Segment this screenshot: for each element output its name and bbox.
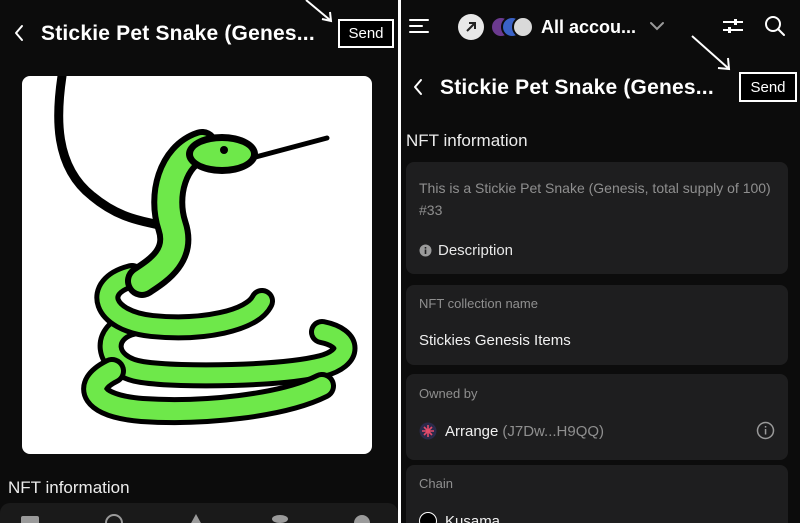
chain-card: Chain Kusama xyxy=(406,465,788,523)
account-selector[interactable]: All accou... xyxy=(541,17,636,38)
send-button[interactable]: Send xyxy=(338,19,394,48)
menu-icon xyxy=(409,19,429,33)
description-text: This is a Stickie Pet Snake (Genesis, to… xyxy=(419,180,771,218)
menu-button[interactable] xyxy=(407,14,431,38)
back-arrow-icon xyxy=(15,25,23,41)
settings-sliders-icon xyxy=(723,19,743,33)
annotation-arrow xyxy=(305,0,333,23)
account-dropdown[interactable] xyxy=(647,16,667,36)
nft-image xyxy=(22,76,372,454)
page-title: Stickie Pet Snake (Genes... xyxy=(41,22,315,45)
annotation-arrow xyxy=(691,35,731,71)
description-label: Description xyxy=(438,242,514,259)
owner-avatar-icon xyxy=(419,422,437,440)
collection-label: NFT collection name xyxy=(419,296,538,311)
owner-address: (J7Dw...H9QQ) xyxy=(502,422,605,440)
collection-card: NFT collection name Stickies Genesis Ite… xyxy=(406,285,788,365)
owner-card: Owned by Arrange (J7Dw...H9QQ) xyxy=(406,374,788,460)
section-title: NFT information xyxy=(8,478,130,497)
owner-name: Arrange xyxy=(445,422,499,440)
account-avatar-3 xyxy=(512,16,534,38)
chevron-down-icon xyxy=(650,22,664,31)
info-circle-icon[interactable] xyxy=(756,421,775,440)
bottom-nav xyxy=(0,503,398,523)
info-icon xyxy=(419,244,432,257)
kusama-icon xyxy=(419,512,437,523)
wallet-icon[interactable] xyxy=(20,513,40,523)
network-icon[interactable] xyxy=(458,14,484,40)
left-screen: Stickie Pet Snake (Genes... Send NFT inf… xyxy=(0,0,398,523)
history-icon[interactable] xyxy=(352,513,372,523)
chain-value: Kusama xyxy=(445,512,501,523)
chain-row: Kusama xyxy=(419,512,500,523)
back-button[interactable] xyxy=(407,76,429,98)
section-title: NFT information xyxy=(406,131,528,150)
page-title: Stickie Pet Snake (Genes... xyxy=(440,76,714,99)
owned-label: Owned by xyxy=(419,386,478,401)
search-icon xyxy=(765,16,785,36)
chain-label: Chain xyxy=(419,476,453,491)
owner-row[interactable]: Arrange (J7Dw...H9QQ) xyxy=(419,422,604,440)
staking-icon[interactable] xyxy=(270,513,290,523)
collection-value: Stickies Genesis Items xyxy=(419,332,571,349)
crowdloan-icon[interactable] xyxy=(186,513,206,523)
description-card: This is a Stickie Pet Snake (Genesis, to… xyxy=(406,162,788,274)
send-button[interactable]: Send xyxy=(739,72,797,102)
description-row[interactable]: Description xyxy=(419,242,513,259)
globe-icon[interactable] xyxy=(104,513,124,523)
search-button[interactable] xyxy=(763,14,787,38)
back-button[interactable] xyxy=(8,22,30,44)
snake-illustration xyxy=(54,76,358,425)
back-arrow-icon xyxy=(414,79,422,95)
